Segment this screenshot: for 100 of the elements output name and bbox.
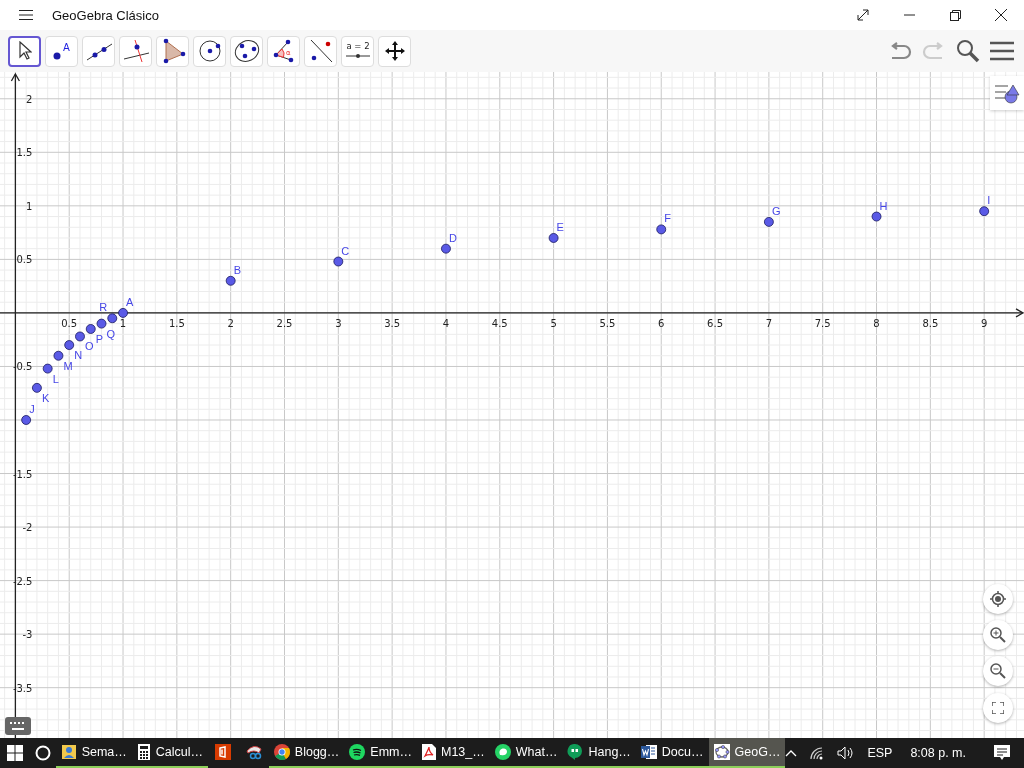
windows-start-icon[interactable] — [6, 745, 23, 761]
point-label: C — [341, 244, 350, 257]
data-point[interactable] — [118, 308, 128, 318]
point-label: J — [29, 403, 35, 415]
restore-icon[interactable] — [949, 9, 961, 21]
taskbar-button[interactable]: M13_… — [417, 738, 490, 768]
tick-label: 2 — [227, 317, 234, 329]
perpendicular-lines-icon — [121, 39, 150, 63]
tick-label: 6 — [658, 317, 665, 329]
data-point[interactable] — [53, 350, 64, 361]
menu-icon[interactable] — [19, 10, 33, 20]
search-circle-icon[interactable] — [34, 745, 51, 761]
taskbar-button[interactable]: Calcul… — [131, 738, 209, 768]
point-label: K — [41, 391, 50, 404]
quote-bubble-icon — [567, 744, 584, 760]
data-point[interactable] — [21, 415, 32, 425]
taskbar-button[interactable]: Hang… — [562, 738, 636, 768]
fullscreen-button[interactable] — [983, 693, 1013, 723]
office-icon — [215, 744, 232, 760]
language-indicator[interactable]: ESP — [867, 746, 893, 760]
tick-label: 4.5 — [491, 317, 508, 329]
taskbar-button[interactable]: What… — [489, 738, 563, 768]
fullscreen-icon — [992, 702, 1004, 714]
taskbar-button[interactable]: Emm… — [344, 738, 417, 768]
tick-label: 8.5 — [922, 317, 939, 329]
taskbar-button[interactable]: Docu… — [635, 738, 709, 768]
point-label: N — [74, 349, 83, 362]
clock[interactable]: 8:08 p. m. — [910, 746, 966, 760]
tick-label: -2 — [22, 522, 33, 534]
tick-label: 8 — [873, 317, 880, 329]
pdf-file-icon — [422, 744, 436, 760]
tick-label: 9 — [981, 317, 988, 329]
data-point[interactable] — [42, 363, 53, 374]
point-label: E — [556, 220, 564, 233]
data-point[interactable] — [32, 382, 42, 393]
taskbar-button[interactable]: GeoG… — [708, 738, 786, 768]
taskbar-button[interactable]: Sema… — [55, 738, 132, 768]
ellipse-icon — [232, 39, 261, 63]
contact-card-icon — [60, 744, 77, 760]
tick-label: 4 — [442, 317, 450, 329]
data-point[interactable] — [979, 206, 990, 217]
keyboard-button[interactable] — [5, 717, 31, 735]
data-point[interactable] — [85, 324, 96, 334]
home-view-button[interactable] — [983, 584, 1013, 614]
data-point[interactable] — [75, 331, 85, 342]
zoom-in-button[interactable] — [983, 620, 1013, 650]
tick-label: 7.5 — [814, 317, 831, 329]
window-title: GeoGebra Clásico — [52, 7, 160, 23]
target-icon — [990, 591, 1006, 607]
style-bar-button[interactable] — [990, 76, 1024, 110]
taskbar-button[interactable]: Blogg… — [268, 738, 345, 768]
scissors-icon — [244, 744, 263, 760]
data-point[interactable] — [64, 340, 75, 350]
tick-label: 5 — [550, 317, 557, 329]
data-point[interactable] — [225, 275, 236, 286]
zoom-in-icon — [990, 627, 1006, 643]
point-label: I — [987, 194, 991, 207]
search-icon[interactable] — [956, 39, 980, 63]
minimize-icon[interactable] — [903, 14, 915, 16]
chevron-up-icon[interactable] — [785, 749, 798, 757]
tick-label: 3.5 — [384, 317, 401, 329]
data-point[interactable] — [107, 313, 118, 324]
move-arrows-icon — [383, 40, 406, 62]
data-point[interactable] — [333, 256, 344, 267]
tick-label: 5.5 — [599, 317, 616, 329]
close-icon[interactable] — [995, 9, 1007, 21]
data-point[interactable] — [764, 217, 774, 227]
menu-icon[interactable] — [990, 41, 1014, 61]
point-label: G — [771, 204, 781, 217]
speaker-icon[interactable] — [837, 746, 856, 760]
data-point[interactable] — [441, 243, 451, 254]
point-label: M — [63, 359, 73, 372]
data-point[interactable] — [656, 224, 667, 235]
tick-label: 6.5 — [707, 317, 723, 329]
music-app-icon — [349, 744, 366, 760]
point-label: Q — [106, 327, 116, 340]
tool-button[interactable] — [8, 35, 41, 67]
point-label: R — [99, 301, 108, 314]
tick-label: 3 — [335, 317, 342, 329]
zoom-out-button[interactable] — [983, 656, 1013, 686]
point-label: A — [126, 295, 134, 308]
circle-icon — [197, 39, 222, 63]
tick-label: 1 — [26, 200, 33, 212]
data-point[interactable] — [548, 233, 559, 243]
document-app-icon — [640, 744, 657, 760]
point-label: H — [879, 199, 888, 212]
chat-bubble-icon — [494, 744, 511, 760]
tick-label: 0.5 — [16, 254, 33, 266]
tick-label: 1 — [119, 317, 127, 329]
tick-label: 2 — [26, 93, 33, 105]
tick-label: 2.5 — [276, 317, 293, 329]
notifications-icon[interactable] — [994, 745, 1010, 761]
data-point[interactable] — [871, 211, 882, 222]
tick-label: 1.5 — [16, 147, 33, 159]
resize-arrows-icon[interactable] — [857, 9, 869, 21]
point-label: P — [95, 333, 104, 345]
data-point[interactable] — [96, 318, 107, 329]
tick-label: 0.5 — [61, 317, 78, 329]
point-label: O — [85, 340, 94, 353]
ellipse-points-icon — [713, 744, 730, 760]
